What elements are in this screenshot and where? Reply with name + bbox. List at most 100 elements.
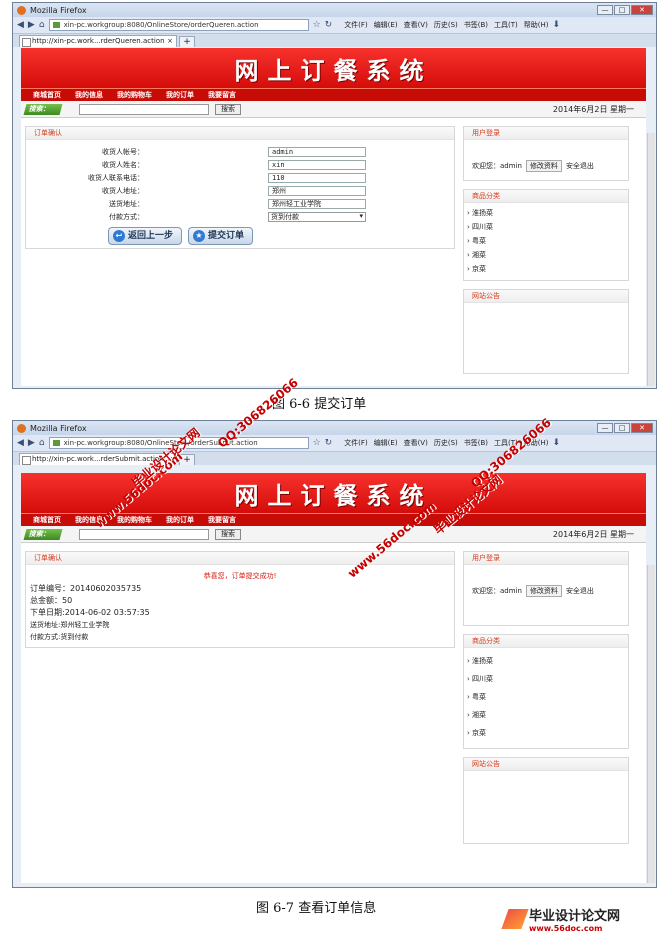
category-item[interactable]: › 淮扬菜 — [464, 206, 628, 220]
panel-heading: 商品分类 — [464, 190, 628, 203]
new-tab-button[interactable]: + — [179, 36, 195, 47]
nav-cart[interactable]: 我的购物车 — [117, 515, 152, 525]
minimize-button[interactable]: — — [597, 423, 613, 433]
nav-home[interactable]: 商城首页 — [33, 515, 61, 525]
menu-edit[interactable]: 编辑(E) — [374, 20, 398, 30]
menu-tools[interactable]: 工具(T) — [494, 20, 518, 30]
submit-order-label: 提交订单 — [208, 231, 245, 241]
maximize-button[interactable]: □ — [614, 423, 630, 433]
category-item[interactable]: › 湘菜 — [464, 706, 628, 724]
form-row-delivery: 送货地址： 郑州轻工业学院 — [26, 197, 454, 210]
back-icon[interactable]: ◀ — [17, 20, 24, 30]
download-icon[interactable]: ⬇ — [553, 20, 561, 30]
window-titlebar: Mozilla Firefox — □ ✕ — [13, 3, 656, 17]
browser-window-2: Mozilla Firefox — □ ✕ ◀ ▶ ⌂ xin-pc.workg… — [12, 420, 657, 888]
address-bar[interactable]: xin-pc.workgroup:8080/OnlineStore/orderQ… — [48, 19, 309, 31]
menu-bookmarks[interactable]: 书签(B) — [464, 20, 488, 30]
web-page: 网上订餐系统 商城首页 我的信息 我的购物车 我的订单 我要留言 搜索： 搜索 … — [21, 48, 646, 386]
reload-icon[interactable]: ↻ — [325, 20, 333, 30]
category-item[interactable]: › 京菜 — [464, 724, 628, 742]
close-button[interactable]: ✕ — [631, 5, 653, 15]
bookmark-star-icon[interactable]: ☆ — [313, 438, 321, 448]
category-item[interactable]: › 京菜 — [464, 262, 628, 276]
menu-edit[interactable]: 编辑(E) — [374, 438, 398, 448]
current-date: 2014年6月2日 星期一 — [552, 529, 634, 539]
scrollbar[interactable] — [647, 565, 655, 883]
home-icon[interactable]: ⌂ — [39, 438, 45, 448]
search-button[interactable]: 搜索 — [215, 528, 241, 540]
nav-my-info[interactable]: 我的信息 — [75, 90, 103, 100]
account-field[interactable]: admin — [268, 146, 366, 157]
search-input[interactable] — [79, 528, 209, 540]
category-item[interactable]: › 淮扬菜 — [464, 652, 628, 670]
menu-file[interactable]: 文件(F) — [344, 20, 368, 30]
bookmark-star-icon[interactable]: ☆ — [313, 20, 321, 30]
logout-link[interactable]: 安全退出 — [566, 161, 594, 171]
order-delivery-address: 送货地址:郑州轻工业学院 — [30, 621, 110, 629]
category-item[interactable]: › 四川菜 — [464, 670, 628, 688]
edit-profile-button[interactable]: 修改资料 — [525, 585, 562, 597]
browser-tab[interactable]: http://xin-pc.work...rderQueren.action × — [19, 35, 177, 47]
notice-panel: 网站公告 — [463, 289, 629, 374]
forward-icon[interactable]: ▶ — [28, 20, 35, 30]
panel-heading: 用户登录 — [464, 552, 628, 565]
download-icon[interactable]: ⬇ — [553, 438, 561, 448]
category-item[interactable]: › 四川菜 — [464, 220, 628, 234]
star-icon: ★ — [193, 230, 206, 242]
user-login-panel: 用户登录 欢迎您：admin 修改资料 安全退出 — [463, 551, 629, 626]
category-panel: 商品分类 › 淮扬菜 › 四川菜 › 粤菜 › 湘菜 › 京菜 — [463, 189, 629, 281]
field-label: 收货人姓名： — [102, 160, 144, 169]
nav-message[interactable]: 我要留言 — [208, 515, 236, 525]
nav-orders[interactable]: 我的订单 — [166, 515, 194, 525]
menu-history[interactable]: 历史(S) — [434, 438, 458, 448]
payment-select[interactable]: 货到付款 — [268, 211, 366, 222]
web-page: 网上订餐系统 商城首页 我的信息 我的购物车 我的订单 我要留言 搜索： 搜索 … — [21, 473, 646, 883]
field-label: 送货地址： — [109, 199, 144, 208]
menu-view[interactable]: 查看(V) — [404, 20, 428, 30]
firefox-icon — [17, 5, 26, 15]
panel-heading: 网站公告 — [464, 290, 628, 303]
field-label: 收货人联系电话： — [88, 173, 144, 182]
minimize-button[interactable]: — — [597, 5, 613, 15]
tab-close-icon[interactable]: × — [167, 36, 173, 47]
delivery-address-field[interactable]: 郑州轻工业学院 — [268, 198, 366, 209]
nav-message[interactable]: 我要留言 — [208, 90, 236, 100]
reload-icon[interactable]: ↻ — [325, 438, 333, 448]
tab-strip: http://xin-pc.work...rderSubmit.action ×… — [13, 452, 656, 465]
form-row-phone: 收货人联系电话： 110 — [26, 171, 454, 184]
field-label: 收货人帐号： — [102, 147, 144, 156]
address-field[interactable]: 郑州 — [268, 185, 366, 196]
logout-link[interactable]: 安全退出 — [566, 586, 594, 596]
form-row-address: 收货人地址： 郑州 — [26, 184, 454, 197]
forward-icon[interactable]: ▶ — [28, 438, 35, 448]
home-icon[interactable]: ⌂ — [39, 20, 45, 30]
submit-order-button[interactable]: ★ 提交订单 — [188, 227, 254, 245]
nav-cart[interactable]: 我的购物车 — [117, 90, 152, 100]
menu-file[interactable]: 文件(F) — [344, 438, 368, 448]
back-icon[interactable]: ◀ — [17, 438, 24, 448]
maximize-button[interactable]: □ — [614, 5, 630, 15]
category-item[interactable]: › 粤菜 — [464, 234, 628, 248]
site-nav: 商城首页 我的信息 我的购物车 我的订单 我要留言 — [21, 88, 646, 101]
menu-history[interactable]: 历史(S) — [434, 20, 458, 30]
nav-home[interactable]: 商城首页 — [33, 90, 61, 100]
category-item[interactable]: › 粤菜 — [464, 688, 628, 706]
category-item[interactable]: › 湘菜 — [464, 248, 628, 262]
edit-profile-button[interactable]: 修改资料 — [525, 160, 562, 172]
search-button[interactable]: 搜索 — [215, 103, 241, 115]
close-button[interactable]: ✕ — [631, 423, 653, 433]
site-title: 网上订餐系统 — [234, 55, 433, 85]
form-row-payment: 付款方式： 货到付款 — [26, 210, 454, 223]
menu-view[interactable]: 查看(V) — [404, 438, 428, 448]
logo-url: www.56doc.com — [529, 924, 603, 933]
welcome-text: 欢迎您：admin — [472, 587, 522, 595]
nav-orders[interactable]: 我的订单 — [166, 90, 194, 100]
menu-bookmarks[interactable]: 书签(B) — [464, 438, 488, 448]
back-step-button[interactable]: ↩ 返回上一步 — [108, 227, 183, 245]
scrollbar[interactable] — [647, 133, 655, 386]
menu-help[interactable]: 帮助(H) — [524, 20, 549, 30]
name-field[interactable]: xin — [268, 159, 366, 170]
search-input[interactable] — [79, 103, 209, 115]
browser-navbar: ◀ ▶ ⌂ xin-pc.workgroup:8080/OnlineStore/… — [13, 435, 656, 452]
phone-field[interactable]: 110 — [268, 172, 366, 183]
